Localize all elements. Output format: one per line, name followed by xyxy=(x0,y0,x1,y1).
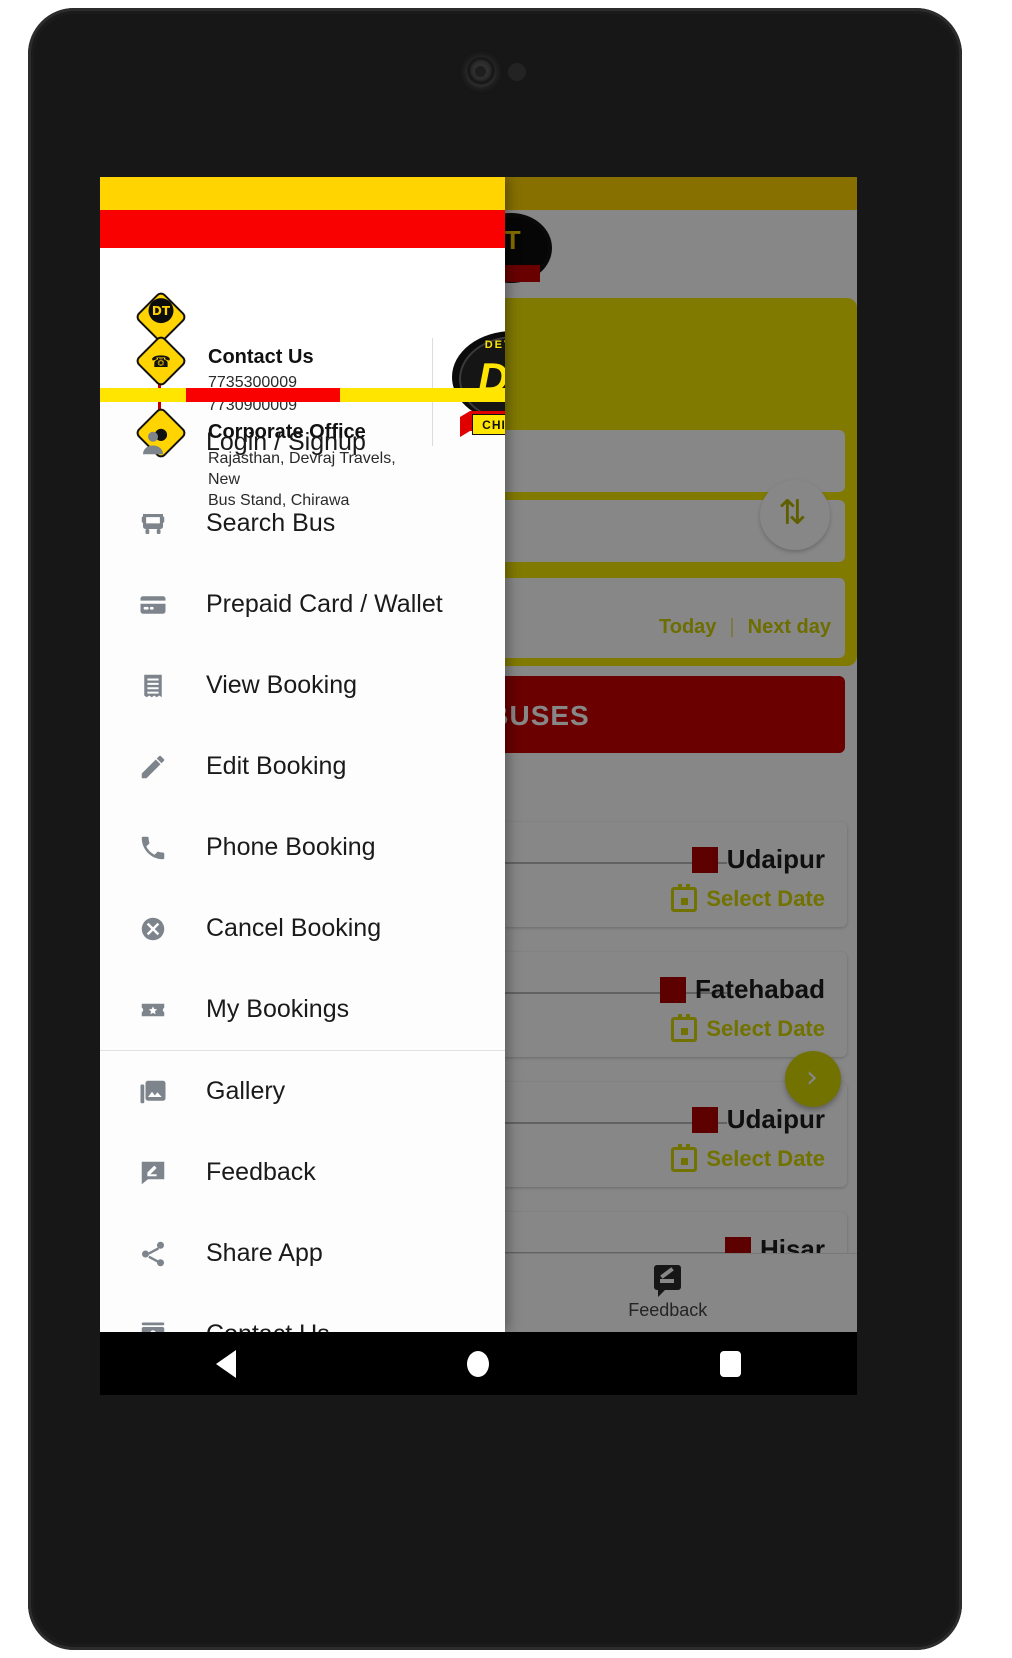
menu-item-gallery[interactable]: Gallery xyxy=(100,1051,505,1132)
contact-us-title: Contact Us xyxy=(208,346,314,368)
menu-item-label: Search Bus xyxy=(206,509,336,537)
bus-icon xyxy=(130,509,176,539)
calendar-icon xyxy=(671,1143,698,1172)
destination-marker-icon xyxy=(659,976,686,1003)
device-frame: DT ⇅ Today|Next day SEARCH BUSES Popular… xyxy=(0,0,1012,1658)
menu-item-label: Login / Signup xyxy=(206,428,366,456)
cancel-circle-icon xyxy=(130,914,176,944)
calendar-icon xyxy=(671,883,698,912)
camera-lens-dot xyxy=(475,66,486,77)
destination-marker-icon xyxy=(691,1106,718,1133)
bottom-nav-item-feedback[interactable]: Feedback xyxy=(479,1265,858,1321)
calendar-icon xyxy=(671,1013,698,1042)
drawer-menu: Login / Signup Search Bus Prepaid Card /… xyxy=(100,402,505,1332)
select-date-label: Select Date xyxy=(706,886,825,911)
menu-item-edit-booking[interactable]: Edit Booking xyxy=(100,726,505,807)
phone-icon xyxy=(130,833,176,863)
menu-item-contact-us[interactable]: Contact Us xyxy=(100,1294,505,1332)
menu-item-label: View Booking xyxy=(206,671,358,699)
chevron-right-icon: › xyxy=(806,1060,818,1095)
menu-item-label: Feedback xyxy=(206,1158,316,1186)
menu-item-label: Prepaid Card / Wallet xyxy=(206,590,443,618)
route-select-date[interactable]: Select Date xyxy=(671,1143,825,1172)
recents-square-icon xyxy=(720,1350,742,1377)
quick-date-options: Today | Next day xyxy=(659,616,831,639)
home-circle-icon xyxy=(467,1350,490,1377)
feedback-icon xyxy=(130,1158,176,1188)
ticket-star-icon xyxy=(130,995,176,1025)
phone-pin-icon: ☎ xyxy=(134,334,188,388)
back-triangle-icon xyxy=(216,1349,237,1378)
menu-item-label: Edit Booking xyxy=(206,752,347,780)
menu-item-label: Gallery xyxy=(206,1077,286,1105)
photo-library-icon xyxy=(130,1077,176,1107)
route-select-date[interactable]: Select Date xyxy=(671,883,825,912)
menu-item-prepaid-card-wallet[interactable]: Prepaid Card / Wallet xyxy=(100,564,505,645)
route-destination: Fatehabad xyxy=(659,974,825,1005)
proximity-sensor-icon xyxy=(508,63,526,81)
drawer-header-red-bar xyxy=(100,210,505,248)
destination-marker-icon xyxy=(691,846,718,873)
select-date-label: Select Date xyxy=(706,1146,825,1171)
receipt-icon xyxy=(130,671,176,701)
pencil-icon xyxy=(130,752,176,782)
nav-recents-button[interactable] xyxy=(605,1350,857,1377)
credit-card-icon xyxy=(130,590,176,620)
menu-item-label: Cancel Booking xyxy=(206,914,382,942)
nav-back-button[interactable] xyxy=(100,1349,352,1378)
route-destination: Udaipur xyxy=(691,844,825,875)
route-select-date[interactable]: Select Date xyxy=(671,1013,825,1042)
menu-item-cancel-booking[interactable]: Cancel Booking xyxy=(100,888,505,969)
menu-item-phone-booking[interactable]: Phone Booking xyxy=(100,807,505,888)
person-icon xyxy=(130,428,176,458)
quick-separator: | xyxy=(729,616,735,638)
next-page-fab[interactable]: › xyxy=(785,1051,841,1107)
menu-item-view-booking[interactable]: View Booking xyxy=(100,645,505,726)
swap-vertical-icon: ⇅ xyxy=(778,493,807,533)
logo-top-text: DEVRAJ xyxy=(484,339,505,351)
system-navigation-bar xyxy=(100,1332,857,1395)
drawer-accent-strip-red xyxy=(186,388,340,402)
drawer-logo-pin-label: DT xyxy=(148,298,174,324)
menu-item-label: Phone Booking xyxy=(206,833,376,861)
menu-item-my-bookings[interactable]: My Bookings xyxy=(100,969,505,1050)
menu-item-login-signup[interactable]: Login / Signup xyxy=(100,402,505,483)
drawer-header: DT ☎ ● Contact Us 7735300009 7730900009 … xyxy=(100,248,505,509)
menu-item-share-app[interactable]: Share App xyxy=(100,1213,505,1294)
menu-item-label: Contact Us xyxy=(206,1320,330,1332)
menu-item-label: My Bookings xyxy=(206,995,350,1023)
nav-home-button[interactable] xyxy=(352,1350,604,1377)
menu-item-feedback[interactable]: Feedback xyxy=(100,1132,505,1213)
feedback-icon xyxy=(479,1265,858,1297)
menu-item-label: Share App xyxy=(206,1239,323,1267)
destination-label: Udaipur xyxy=(726,844,825,874)
menu-item-search-bus[interactable]: Search Bus xyxy=(100,483,505,564)
route-destination: Udaipur xyxy=(691,1104,825,1135)
today-option[interactable]: Today xyxy=(659,616,716,638)
bottom-nav-label: Feedback xyxy=(628,1300,708,1320)
app-screen: DT ⇅ Today|Next day SEARCH BUSES Popular… xyxy=(100,177,857,1332)
destination-label: Fatehabad xyxy=(694,974,825,1004)
contacts-icon xyxy=(130,1320,176,1332)
destination-label: Udaipur xyxy=(726,1104,825,1134)
share-icon xyxy=(130,1239,176,1269)
select-date-label: Select Date xyxy=(706,1016,825,1041)
next-day-option[interactable]: Next day xyxy=(748,616,831,638)
navigation-drawer: DT ☎ ● Contact Us 7735300009 7730900009 … xyxy=(100,177,505,1332)
drawer-header-yellow-bar xyxy=(100,177,505,210)
